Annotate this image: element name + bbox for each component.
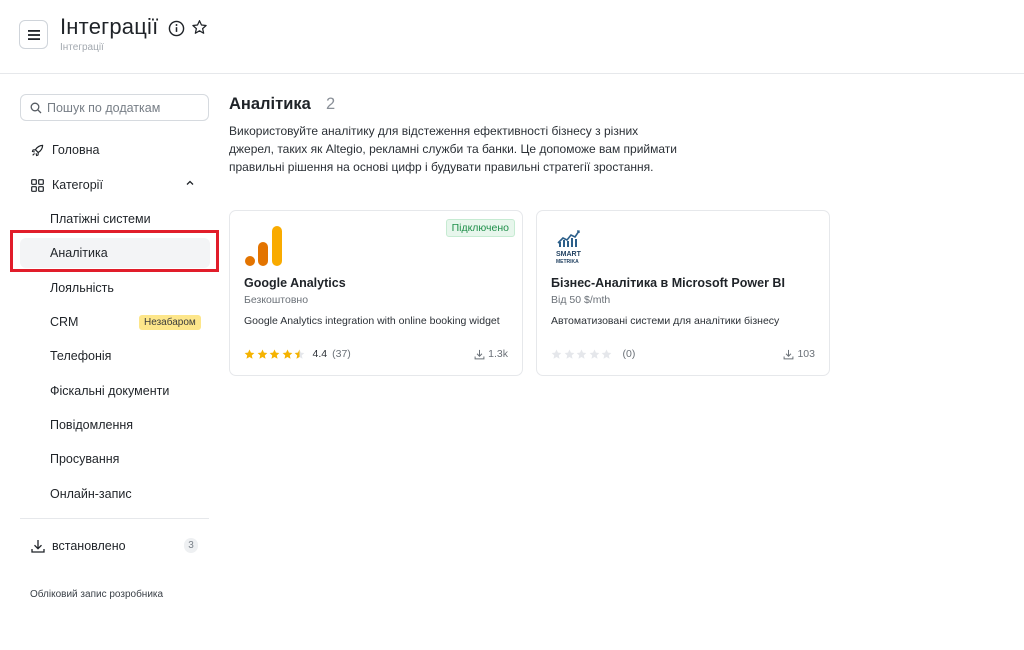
sidebar-item-label: встановлено: [52, 539, 126, 553]
star-empty-icon: [576, 349, 587, 359]
star-half-icon: [294, 349, 305, 359]
download-count-value: 103: [797, 348, 815, 360]
sidebar-category-telephony[interactable]: Телефонія: [20, 341, 210, 371]
developer-account-link[interactable]: Обліковий запис розробника: [30, 589, 163, 600]
hamburger-icon: [27, 29, 40, 40]
connected-status-badge: Підключено: [445, 219, 515, 237]
star-filled-icon: [269, 349, 280, 359]
page-header: Інтеграції Інтеграції: [0, 0, 1024, 74]
logo-text-top: SMART: [556, 251, 582, 258]
star-filled-icon: [244, 349, 255, 359]
star-empty-icon: [564, 349, 574, 359]
download-icon: [784, 349, 794, 359]
download-icon: [474, 349, 485, 359]
sidebar-category-notifications[interactable]: Повідомлення: [20, 410, 210, 440]
sidebar-category-crm[interactable]: CRM Незабаром: [20, 307, 210, 337]
integration-description: Google Analytics integration with online…: [244, 315, 500, 327]
star-empty-icon: [601, 349, 612, 359]
sidebar-category-label: Платіжні системи: [50, 212, 151, 226]
sidebar-category-label: Фіскальні документи: [50, 384, 170, 398]
rocket-icon: [30, 143, 44, 157]
sidebar-item-home[interactable]: Головна: [20, 137, 210, 163]
sidebar-item-label: Головна: [52, 143, 100, 157]
section-title: Аналітика: [229, 95, 311, 113]
smart-metrika-logo: SMART METRIKA: [556, 230, 582, 265]
sidebar-category-label: Лояльність: [50, 281, 114, 295]
installed-count-badge: 3: [184, 538, 198, 553]
star-filled-icon: [282, 349, 292, 359]
search-input[interactable]: [47, 100, 207, 115]
star-empty-icon: [589, 349, 599, 359]
google-analytics-logo: [245, 226, 282, 266]
download-count: 103: [783, 348, 815, 360]
rating-count: (37): [332, 348, 351, 360]
sidebar-category-label: Аналітика: [50, 246, 108, 260]
sidebar-category-label: CRM: [50, 315, 79, 329]
grid-icon: [30, 178, 44, 192]
sidebar-category-promotion[interactable]: Просування: [20, 444, 210, 474]
star-filled-icon: [257, 349, 267, 359]
integration-price: Безкоштовно: [244, 294, 309, 306]
download-count: 1.3k: [474, 348, 508, 360]
integration-name: Бізнес-Аналітика в Microsoft Power BI: [551, 276, 785, 290]
download-icon: [31, 540, 45, 553]
sidebar-category-online-booking[interactable]: Онлайн-запис: [20, 479, 210, 509]
integration-name: Google Analytics: [244, 276, 346, 290]
integration-price: Від 50 $/mth: [551, 294, 611, 306]
rating-stars: (0): [551, 348, 635, 360]
section-description: Використовуйте аналітику для відстеження…: [229, 124, 677, 174]
sidebar-category-loyalty[interactable]: Лояльність: [20, 273, 210, 303]
star-empty-icon: [551, 349, 562, 359]
breadcrumb: Інтеграції: [60, 42, 104, 53]
sidebar-category-label: Просування: [50, 452, 120, 466]
integration-description: Автоматизовані системи для аналітики біз…: [551, 315, 780, 327]
sidebar-category-label: Повідомлення: [50, 418, 134, 432]
integration-card-power-bi[interactable]: SMART METRIKA Бізнес-Аналітика в Microso…: [536, 210, 830, 376]
favorite-star-icon[interactable]: [191, 19, 208, 36]
integration-card-google-analytics[interactable]: Підключено Google Analytics Безкоштовно …: [229, 210, 523, 376]
section-count: 2: [326, 95, 336, 113]
search-icon: [30, 102, 42, 113]
menu-toggle-button[interactable]: [19, 20, 48, 49]
download-count-value: 1.3k: [488, 348, 508, 360]
sidebar-item-categories[interactable]: Категорії: [20, 172, 210, 198]
search-box[interactable]: [20, 94, 209, 121]
info-icon[interactable]: [168, 20, 185, 37]
sidebar-category-label: Телефонія: [50, 349, 112, 363]
sidebar-divider: [20, 518, 209, 519]
page-title: Інтеграції: [60, 14, 159, 39]
sidebar-item-label: Категорії: [52, 178, 103, 192]
rating-count: (0): [622, 348, 636, 360]
logo-text-bottom: METRIKA: [556, 259, 579, 265]
sidebar-item-installed[interactable]: встановлено 3: [20, 534, 210, 558]
coming-soon-badge: Незабаром: [139, 315, 201, 330]
rating-value: 4.4: [312, 348, 328, 360]
chevron-up-icon[interactable]: [185, 178, 195, 188]
rating-stars: 4.4 (37): [244, 348, 351, 360]
sidebar-category-analytics[interactable]: Аналітика: [20, 238, 210, 268]
sidebar-category-fiscal[interactable]: Фіскальні документи: [20, 376, 210, 406]
sidebar-category-label: Онлайн-запис: [50, 487, 132, 501]
sidebar-category-payments[interactable]: Платіжні системи: [20, 204, 210, 234]
